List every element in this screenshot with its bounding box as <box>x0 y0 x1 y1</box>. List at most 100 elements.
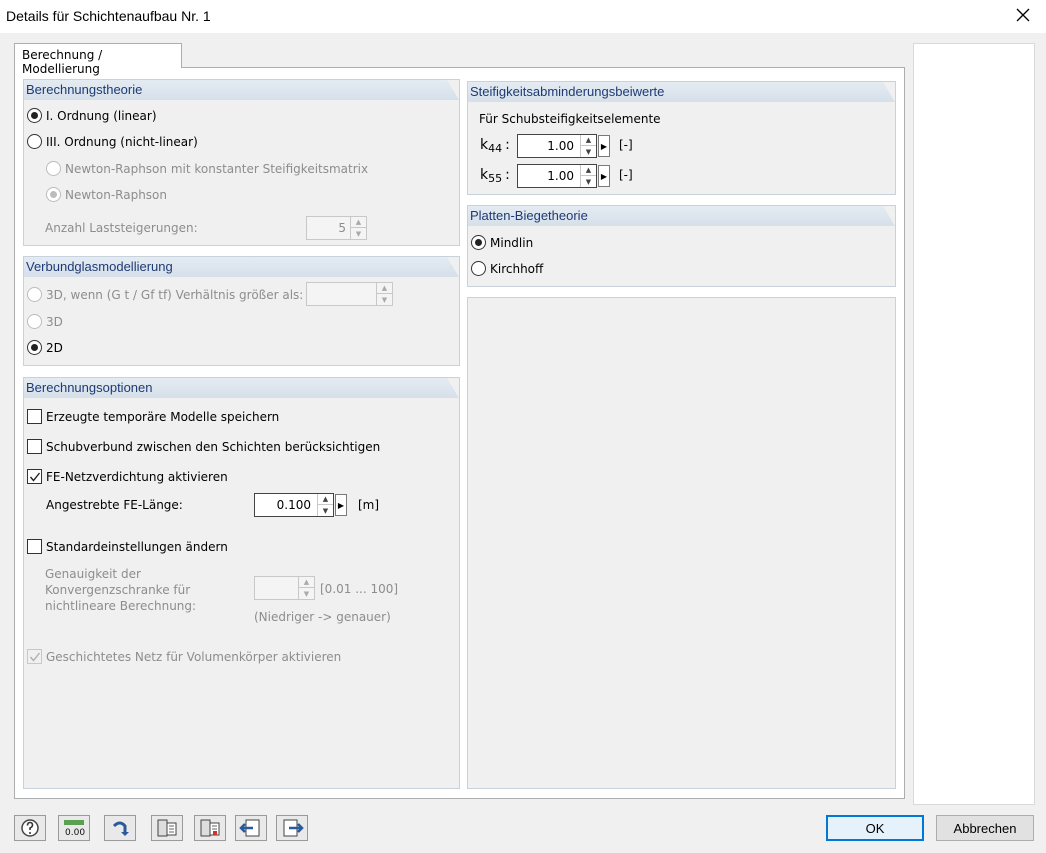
laststeigerungen-spinner[interactable]: 5 ▲ ▼ <box>306 216 367 240</box>
empty-panel <box>467 297 896 789</box>
tab-berechnung-modellierung[interactable]: Berechnung / Modellierung <box>14 43 182 76</box>
radio-indicator[interactable] <box>27 134 42 149</box>
spinner-arrows[interactable]: ▲ ▼ <box>580 135 596 157</box>
spinner-arrows[interactable]: ▲ ▼ <box>580 165 596 187</box>
check-fe-netz[interactable]: FE-Netzverdichtung aktivieren <box>27 469 228 484</box>
checkbox-label: Erzeugte temporäre Modelle speichern <box>46 409 280 424</box>
label-text: Angestrebte FE-Länge: <box>46 498 183 512</box>
cancel-button[interactable]: Abbrechen <box>936 815 1034 841</box>
radio-nonlinear[interactable]: III. Ordnung (nicht-linear) <box>27 134 198 149</box>
radio-mindlin[interactable]: Mindlin <box>471 235 533 250</box>
checkbox[interactable] <box>27 539 42 554</box>
radio-indicator[interactable] <box>471 261 486 276</box>
arrow-down-icon[interactable]: ▼ <box>351 228 366 239</box>
arrow-down-icon[interactable]: ▼ <box>377 294 392 305</box>
radio-newton[interactable]: Newton-Raphson <box>46 187 167 202</box>
unit-text: [-] <box>619 168 633 182</box>
checkbox[interactable] <box>27 409 42 424</box>
help-button[interactable] <box>14 815 46 841</box>
arrow-right-icon[interactable]: ▶ <box>598 165 610 187</box>
arrow-down-icon[interactable]: ▼ <box>318 505 333 516</box>
arrow-right-icon[interactable]: ▶ <box>598 135 610 157</box>
spinner-arrows[interactable]: ▲ ▼ <box>376 283 392 305</box>
radio-indicator[interactable] <box>46 187 61 202</box>
genauigkeit-spinner[interactable]: ▲ ▼ <box>254 576 315 600</box>
k44-spinner[interactable]: 1.00 ▲ ▼ ▶ <box>517 134 610 158</box>
fe-laenge-spinner[interactable]: 0.100 ▲ ▼ ▶ <box>254 493 347 517</box>
check-icon <box>29 472 41 482</box>
ok-button[interactable]: OK <box>826 815 924 841</box>
check-geschichtet[interactable]: Geschichtetes Netz für Volumenkörper akt… <box>27 649 341 664</box>
fe-laenge-unit: [m] <box>358 498 379 512</box>
load-button[interactable] <box>235 815 267 841</box>
reset-button[interactable] <box>104 815 136 841</box>
radio-2d[interactable]: 2D <box>27 340 63 355</box>
check-icon <box>29 652 41 662</box>
group-berechnungstheorie: Berechnungstheorie I. Ordnung (linear) I… <box>23 79 460 246</box>
radio-indicator[interactable] <box>27 340 42 355</box>
spinner-value: 5 <box>338 221 346 235</box>
import-button[interactable] <box>194 815 226 841</box>
k55-spinner[interactable]: 1.00 ▲ ▼ ▶ <box>517 164 610 188</box>
radio-indicator[interactable] <box>27 287 42 302</box>
group-title: Verbundglasmodellierung <box>26 259 173 274</box>
radio-indicator[interactable] <box>46 161 61 176</box>
arrow-up-icon[interactable]: ▲ <box>581 135 596 146</box>
export-button[interactable] <box>151 815 183 841</box>
radio-newton-const[interactable]: Newton-Raphson mit konstanter Steifigkei… <box>46 161 368 176</box>
close-icon[interactable] <box>1014 6 1032 24</box>
arrow-down-icon[interactable]: ▼ <box>581 146 596 157</box>
spinner-arrows[interactable]: ▲ ▼ <box>298 577 314 599</box>
radio-indicator[interactable] <box>27 314 42 329</box>
arrow-up-icon[interactable]: ▲ <box>299 577 314 588</box>
check-schubverbund[interactable]: Schubverbund zwischen den Schichten berü… <box>27 439 380 454</box>
checkbox[interactable] <box>27 439 42 454</box>
undo-arrow-icon <box>112 821 129 836</box>
group-title: Platten-Biegetheorie <box>470 208 588 223</box>
checkbox-label: FE-Netzverdichtung aktivieren <box>46 469 228 484</box>
k-subscript: 55 <box>488 171 503 185</box>
check-temp-models[interactable]: Erzeugte temporäre Modelle speichern <box>27 409 279 424</box>
ratio-spinner[interactable]: ▲ ▼ <box>306 282 393 306</box>
group-header: Steifigkeitsabminderungsbeiwerte <box>468 82 895 102</box>
checkbox[interactable] <box>27 469 42 484</box>
radio-linear[interactable]: I. Ordnung (linear) <box>27 108 157 123</box>
laststeigerungen-label: Anzahl Laststeigerungen: <box>45 221 198 235</box>
radio-3d-ratio[interactable]: 3D, wenn (G t / Gf tf) Verhältnis größer… <box>27 287 303 302</box>
units-button[interactable]: 0.00 <box>58 815 90 841</box>
decimal-places-icon: 0.00 <box>64 820 85 838</box>
checkbox-label: Standardeinstellungen ändern <box>46 539 228 554</box>
group-verbundglas: Verbundglasmodellierung 3D, wenn (G t / … <box>23 256 460 366</box>
spinner-arrows[interactable]: ▲ ▼ <box>350 217 366 239</box>
radio-3d[interactable]: 3D <box>27 314 63 329</box>
arrow-up-icon[interactable]: ▲ <box>351 217 366 228</box>
arrow-right-icon[interactable]: ▶ <box>335 494 347 516</box>
arrow-up-icon[interactable]: ▲ <box>318 494 333 505</box>
tab-label: Berechnung / Modellierung <box>22 48 103 76</box>
k44-unit: [-] <box>619 138 633 152</box>
genauigkeit-hint: (Niedriger -> genauer) <box>254 610 391 624</box>
radio-indicator[interactable] <box>27 108 42 123</box>
radio-label: 3D, wenn (G t / Gf tf) Verhältnis größer… <box>46 287 304 302</box>
spinner-value: 0.100 <box>276 498 311 512</box>
arrow-right-icon <box>283 819 304 837</box>
fe-laenge-label: Angestrebte FE-Länge: <box>46 498 183 512</box>
arrow-down-icon[interactable]: ▼ <box>299 588 314 599</box>
svg-text:0.00: 0.00 <box>65 828 85 838</box>
radio-label: 3D <box>46 314 63 329</box>
arrow-up-icon[interactable]: ▲ <box>581 165 596 176</box>
k-subscript: 44 <box>488 141 503 155</box>
spinner-arrows[interactable]: ▲ ▼ <box>317 494 333 516</box>
radio-kirchhoff[interactable]: Kirchhoff <box>471 261 543 276</box>
group-berechnungsoptionen: Berechnungsoptionen Erzeugte temporäre M… <box>23 377 460 789</box>
radio-label: I. Ordnung (linear) <box>46 108 157 123</box>
check-standard[interactable]: Standardeinstellungen ändern <box>27 539 228 554</box>
save-button[interactable] <box>276 815 308 841</box>
radio-indicator[interactable] <box>471 235 486 250</box>
arrow-down-icon[interactable]: ▼ <box>581 176 596 187</box>
document-export-icon <box>157 819 177 837</box>
radio-label: Newton-Raphson <box>65 187 168 202</box>
arrow-up-icon[interactable]: ▲ <box>377 283 392 294</box>
checkbox[interactable] <box>27 649 42 664</box>
genauigkeit-label: Genauigkeit der Konvergenzschranke für n… <box>45 566 196 614</box>
